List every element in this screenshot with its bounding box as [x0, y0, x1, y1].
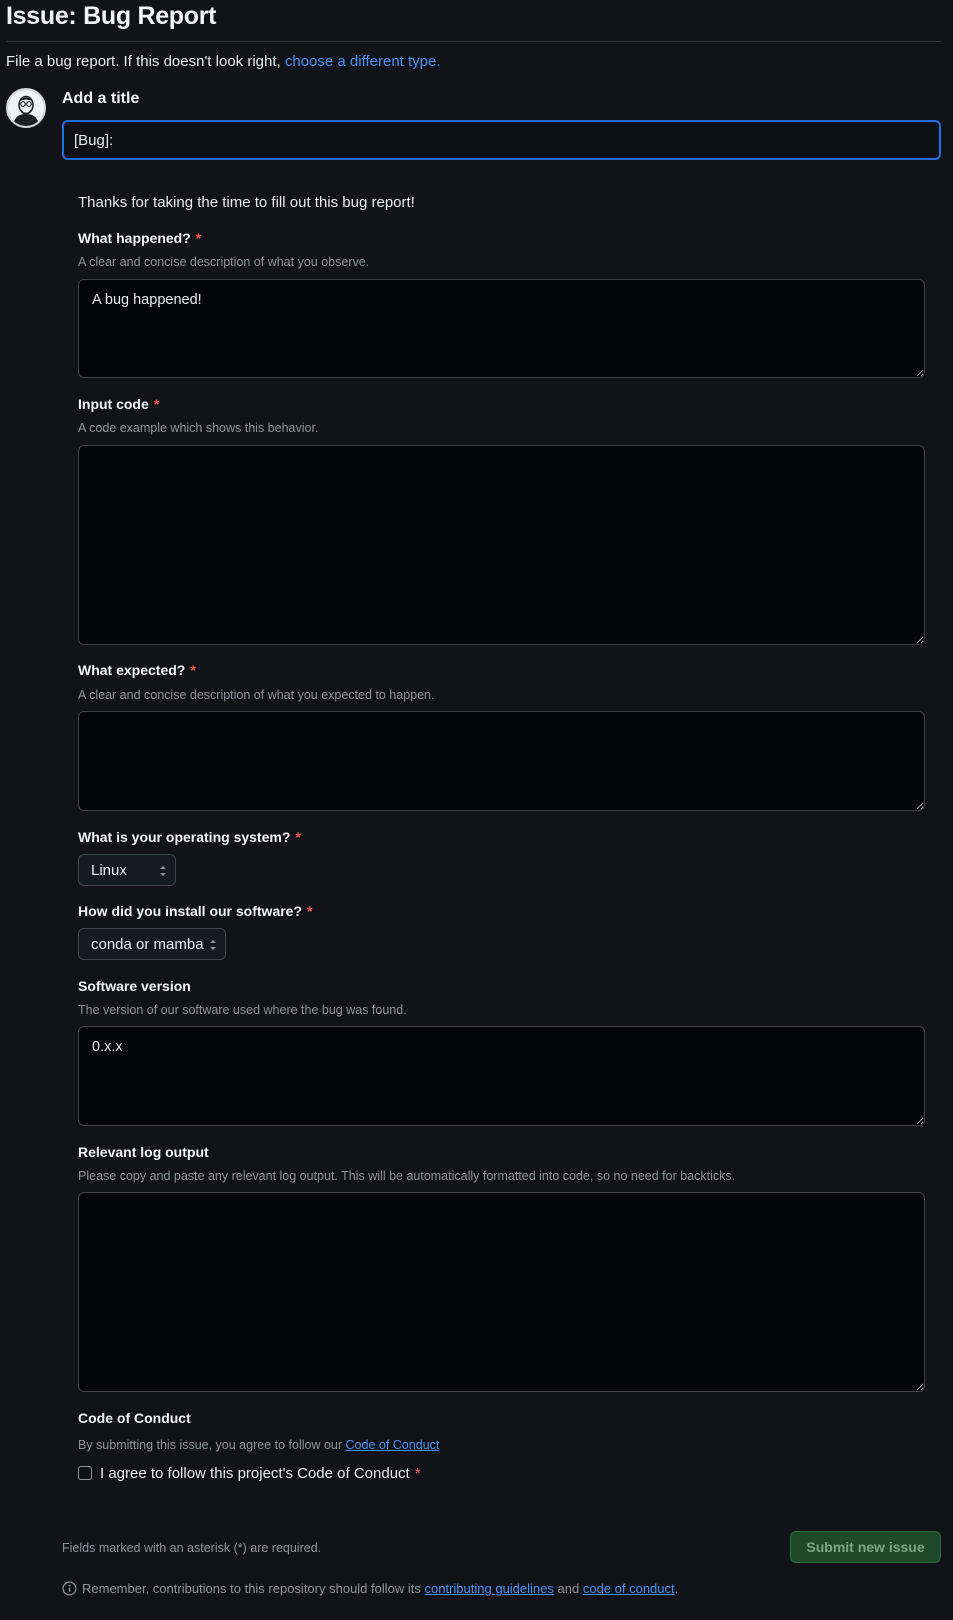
what-happened-label-text: What happened?	[78, 230, 191, 246]
choose-different-type-link[interactable]: choose a different type.	[285, 53, 441, 70]
input-code-label-text: Input code	[78, 396, 149, 412]
select-arrows-icon	[210, 940, 216, 950]
code-of-conduct-heading: Code of Conduct	[78, 1410, 191, 1426]
select-arrows-icon	[160, 866, 166, 876]
required-marker: *	[307, 903, 313, 919]
input-code-textarea[interactable]	[78, 445, 925, 645]
title-divider	[6, 41, 941, 42]
operating-system-label-text: What is your operating system?	[78, 829, 291, 845]
avatar-icon	[6, 88, 46, 128]
thanks-text: Thanks for taking the time to fill out t…	[78, 194, 415, 211]
intro-text-label: File a bug report. If this doesn't look …	[6, 53, 281, 70]
title-input[interactable]	[62, 120, 941, 160]
code-of-conduct-description-text: By submitting this issue, you agree to f…	[78, 1438, 343, 1452]
input-code-label: Input code *	[78, 396, 159, 412]
what-expected-textarea[interactable]	[78, 711, 925, 811]
required-marker: *	[153, 396, 160, 412]
log-output-description: Please copy and paste any relevant log o…	[78, 1169, 736, 1183]
what-happened-description: A clear and concise description of what …	[78, 255, 370, 269]
what-expected-label-text: What expected?	[78, 662, 186, 678]
code-of-conduct-footer-link[interactable]: code of conduct	[583, 1581, 675, 1596]
what-happened-textarea[interactable]: A bug happened!	[78, 279, 925, 378]
and-text: and	[557, 1581, 580, 1596]
software-version-label: Software version	[78, 978, 191, 994]
software-version-textarea[interactable]: 0.x.x	[78, 1026, 925, 1126]
intro-text: File a bug report. If this doesn't look …	[6, 53, 441, 70]
contribution-reminder: Remember, contributions to this reposito…	[82, 1581, 678, 1596]
required-marker: *	[195, 230, 202, 246]
log-output-textarea[interactable]	[78, 1192, 925, 1392]
required-fields-note: Fields marked with an asterisk (*) are r…	[62, 1541, 322, 1555]
operating-system-label: What is your operating system? *	[78, 829, 301, 845]
what-expected-description: A clear and concise description of what …	[78, 688, 435, 702]
code-of-conduct-link[interactable]: Code of Conduct	[346, 1438, 440, 1452]
install-method-select[interactable]: conda or mamba	[78, 928, 226, 960]
install-method-selected: conda or mamba	[91, 935, 204, 953]
what-expected-label: What expected? *	[78, 662, 196, 678]
install-method-label-text: How did you install our software?	[78, 903, 303, 919]
required-marker: *	[295, 829, 301, 845]
operating-system-selected: Linux	[91, 861, 127, 879]
required-marker: *	[414, 1465, 421, 1482]
required-marker: *	[190, 662, 196, 678]
what-happened-label: What happened? *	[78, 230, 201, 246]
checkbox-label-text: I agree to follow this project's Code of…	[100, 1465, 410, 1482]
operating-system-select[interactable]: Linux	[78, 854, 176, 886]
code-of-conduct-checkbox-label[interactable]: I agree to follow this project's Code of…	[100, 1465, 421, 1482]
software-version-description: The version of our software used where t…	[78, 1003, 407, 1017]
add-title-label: Add a title	[62, 90, 140, 107]
remember-text: Remember, contributions to this reposito…	[82, 1581, 421, 1596]
contributing-guidelines-link[interactable]: contributing guidelines	[425, 1581, 554, 1596]
period-text: .	[674, 1581, 679, 1596]
page-title: Issue: Bug Report	[6, 2, 217, 30]
install-method-label: How did you install our software? *	[78, 903, 312, 919]
log-output-label: Relevant log output	[78, 1144, 209, 1160]
code-of-conduct-checkbox[interactable]	[78, 1466, 92, 1480]
info-icon	[62, 1581, 77, 1596]
code-of-conduct-description: By submitting this issue, you agree to f…	[78, 1438, 439, 1452]
submit-new-issue-button[interactable]: Submit new issue	[790, 1531, 941, 1563]
input-code-description: A code example which shows this behavior…	[78, 421, 319, 435]
